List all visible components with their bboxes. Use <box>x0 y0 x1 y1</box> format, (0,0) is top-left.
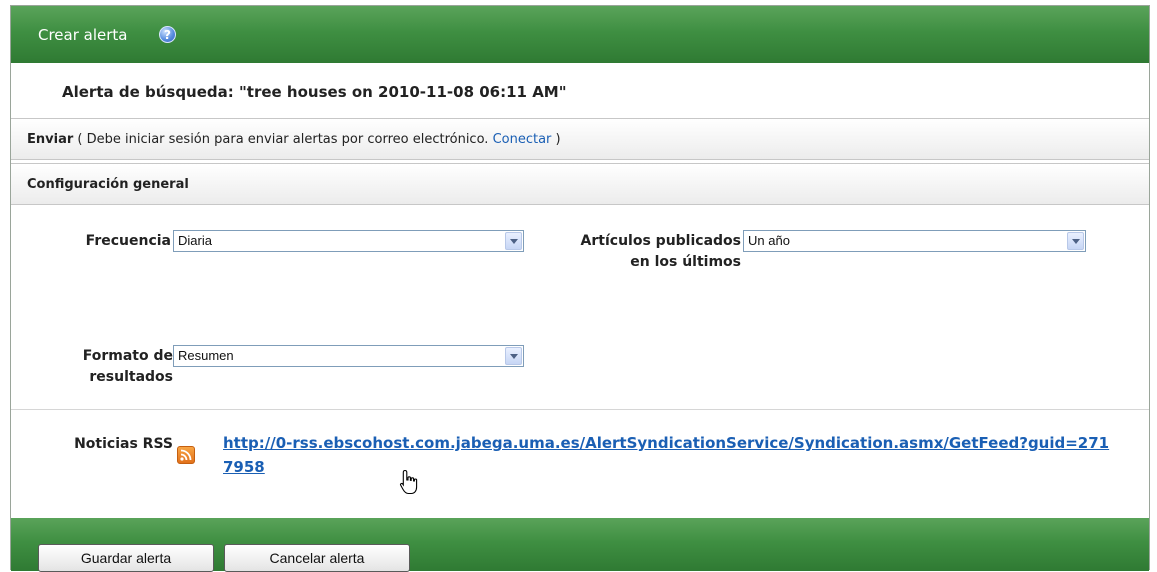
published-in-last-select[interactable]: Un año <box>743 230 1086 252</box>
send-message: ( Debe iniciar sesión para enviar alerta… <box>77 132 489 147</box>
chevron-down-icon[interactable] <box>505 347 522 365</box>
results-format-select-value: Resumen <box>178 348 234 363</box>
send-label: Enviar <box>27 132 74 147</box>
send-section-bar: Enviar ( Debe iniciar sesión para enviar… <box>11 118 1149 160</box>
rss-label: Noticias RSS <box>74 436 173 452</box>
general-config-bar: Configuración general <box>11 163 1149 205</box>
dialog-header: Crear alerta ? <box>11 6 1149 63</box>
published-in-last-label: Artículos publicados en los últimos <box>580 233 741 270</box>
connect-link[interactable]: Conectar <box>493 132 552 147</box>
frequency-label: Frecuencia <box>85 233 171 249</box>
rss-feed-link[interactable]: http://0-rss.ebscohost.com.jabega.uma.es… <box>223 431 1113 479</box>
create-alert-dialog: Crear alerta ? Alerta de búsqueda: "tree… <box>10 5 1150 572</box>
dialog-title: Crear alerta <box>38 26 128 44</box>
results-format-label: Formato de resultados <box>82 348 173 385</box>
frequency-select[interactable]: Diaria <box>173 230 524 252</box>
section-divider <box>11 409 1149 410</box>
frequency-select-value: Diaria <box>178 233 212 248</box>
dialog-footer: Guardar alerta Cancelar alerta <box>11 518 1149 572</box>
save-alert-button[interactable]: Guardar alerta <box>38 544 214 572</box>
general-config-heading: Configuración general <box>27 177 189 192</box>
send-message-close: ) <box>555 132 561 147</box>
hand-pointer-icon <box>399 469 419 499</box>
help-icon[interactable]: ? <box>159 26 176 43</box>
results-format-select[interactable]: Resumen <box>173 345 524 367</box>
send-section-text: Enviar ( Debe iniciar sesión para enviar… <box>27 132 561 147</box>
chevron-down-icon[interactable] <box>505 232 522 250</box>
rss-feed-icon <box>177 446 195 464</box>
cancel-alert-button[interactable]: Cancelar alerta <box>224 544 410 572</box>
chevron-down-icon[interactable] <box>1067 232 1084 250</box>
published-in-last-select-value: Un año <box>748 233 790 248</box>
search-alert-title: Alerta de búsqueda: "tree houses on 2010… <box>62 83 567 101</box>
